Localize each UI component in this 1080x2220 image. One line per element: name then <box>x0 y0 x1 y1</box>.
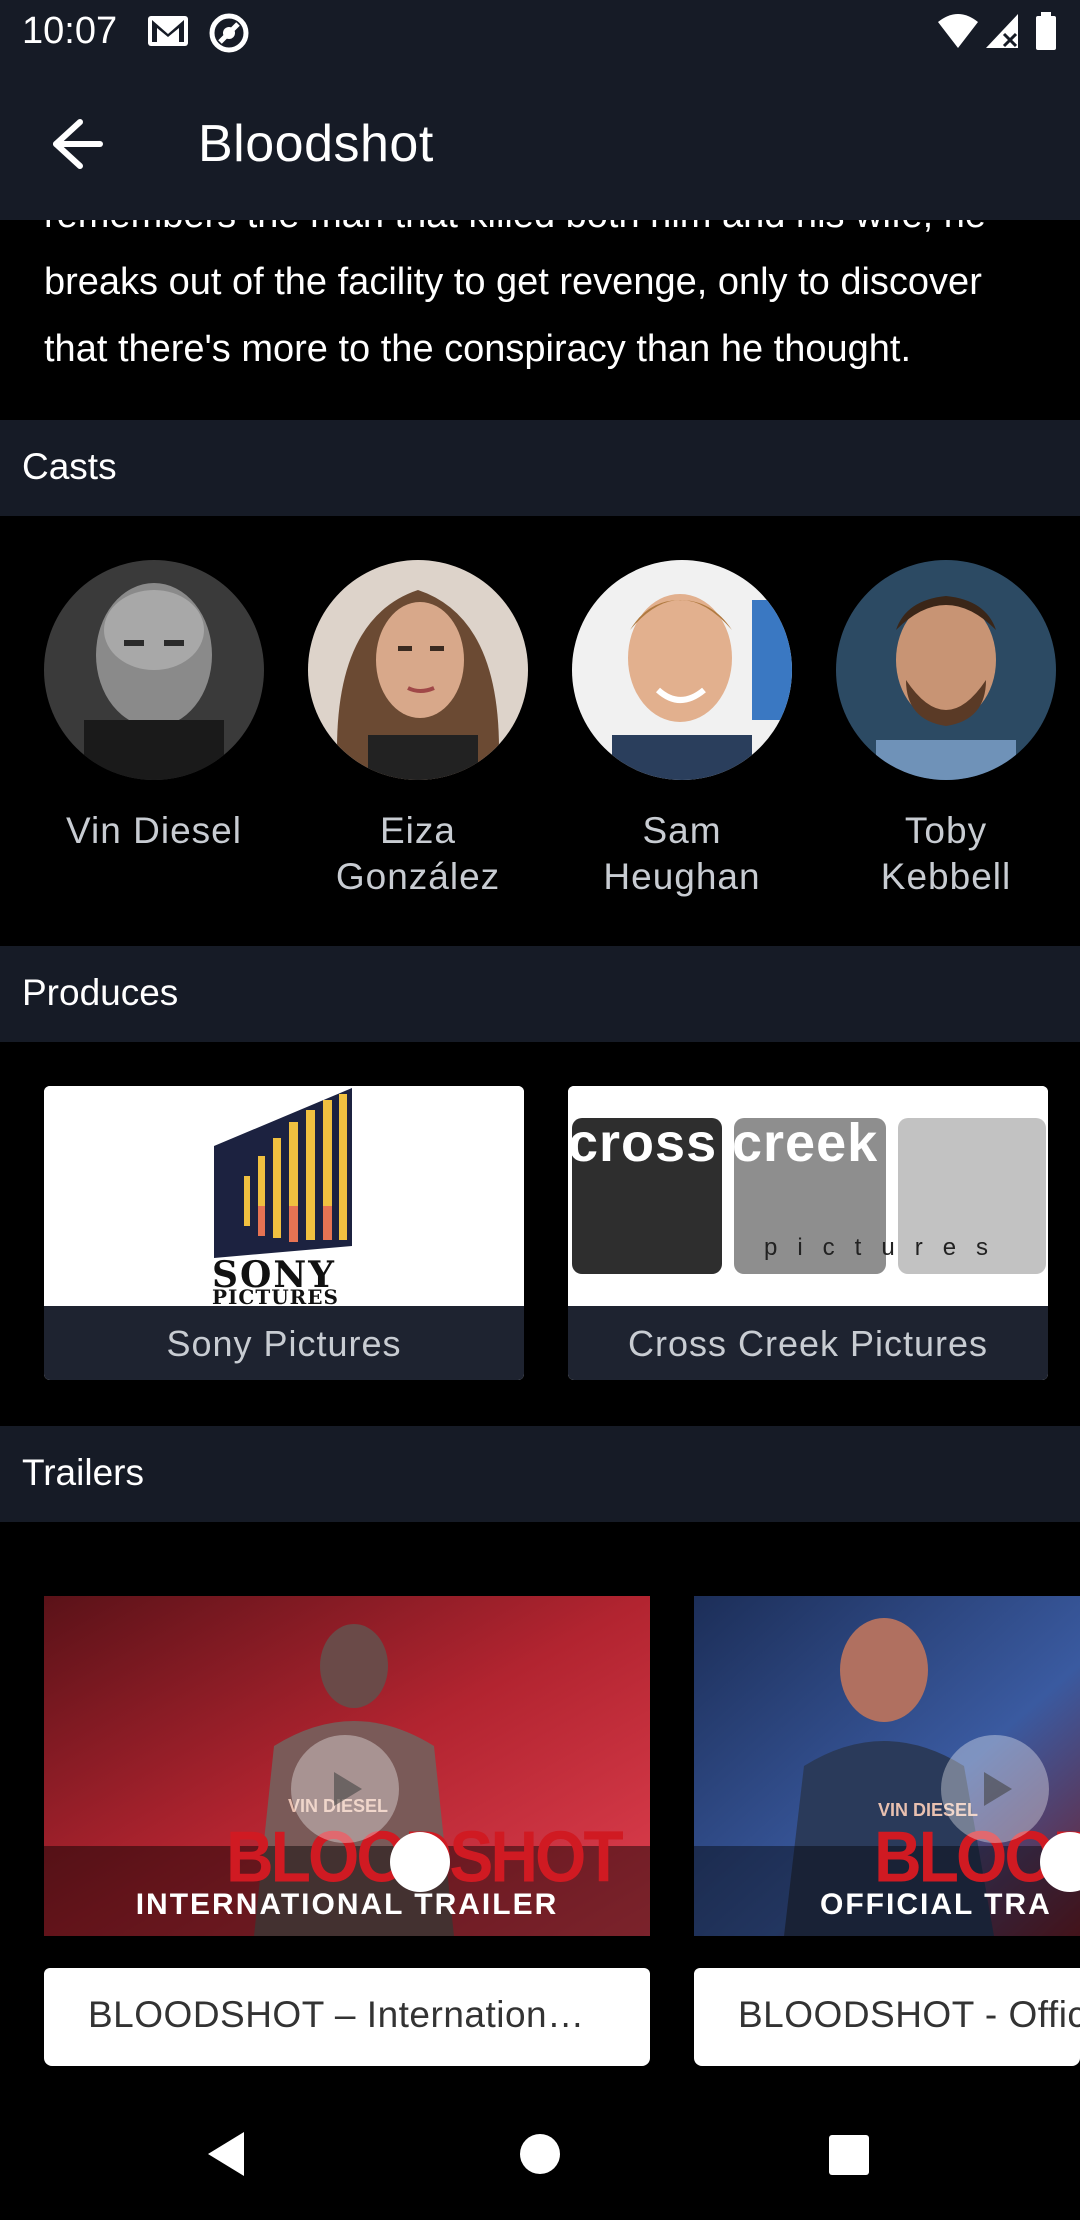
nav-recents-icon[interactable] <box>828 2134 870 2176</box>
trailer-thumbnail: VIN DIESEL BLOODSHOT INTERNATIONAL TRAIL… <box>44 1596 650 1936</box>
cast-photo <box>308 560 528 780</box>
trailers-header: Trailers <box>0 1426 1080 1522</box>
trailer-title-box: BLOODSHOT - Offic <box>694 1968 1080 2066</box>
pictures-word: pictures <box>764 1234 1009 1261</box>
wifi-icon <box>938 14 978 48</box>
produces-header: Produces <box>0 946 1080 1042</box>
produces-title: Produces <box>22 972 179 1013</box>
cross-word: cross <box>568 1113 718 1173</box>
play-icon[interactable] <box>290 1734 400 1844</box>
cast-photo <box>836 560 1056 780</box>
cast-item-toby-kebbell[interactable]: Toby Kebbell <box>836 560 1056 900</box>
play-icon[interactable] <box>940 1734 1050 1844</box>
company-name: Sony Pictures <box>44 1306 524 1380</box>
nav-home-icon[interactable] <box>518 2132 562 2176</box>
battery-icon <box>1036 12 1056 50</box>
gmail-icon <box>148 16 188 46</box>
overview-section: remembers the man that killed both him a… <box>0 220 1080 420</box>
casts-header: Casts <box>0 420 1080 516</box>
cast-name: Sam Heughan <box>603 810 761 897</box>
trailer-card-2[interactable]: VIN DIESEL BLOODSH OFFICIAL TRA BLOODSHO… <box>694 1566 1080 2066</box>
trailer-title: BLOODSHOT – Internation… <box>88 1994 585 2035</box>
company-card-sony[interactable]: SONY PICTURES Sony Pictures <box>44 1086 524 1380</box>
trailer-dot <box>390 1832 450 1892</box>
company-card-cross-creek[interactable]: cross creek pictures Cross Creek Picture… <box>568 1086 1048 1380</box>
trailer-title: BLOODSHOT - Offic <box>738 1994 1080 2035</box>
cast-item-eiza-gonzalez[interactable]: Eiza González <box>308 560 528 900</box>
company-name: Cross Creek Pictures <box>568 1306 1048 1380</box>
cast-item-vin-diesel[interactable]: Vin Diesel <box>44 560 264 854</box>
navigation-bar <box>0 2088 1080 2220</box>
nav-back-icon[interactable] <box>204 2130 248 2178</box>
cast-name: Eiza González <box>335 810 501 897</box>
trailer-thumbnail: VIN DIESEL BLOODSH OFFICIAL TRA <box>694 1596 1080 1936</box>
sync-icon <box>209 13 249 53</box>
creek-word: creek <box>732 1113 879 1173</box>
cast-item-sam-heughan[interactable]: Sam Heughan <box>572 560 792 900</box>
page-title: Bloodshot <box>198 115 434 173</box>
app-bar: Bloodshot <box>0 64 1080 220</box>
sony-pictures-logo: SONY PICTURES <box>44 1086 524 1309</box>
trailers-title: Trailers <box>22 1452 144 1493</box>
cast-photo <box>572 560 792 780</box>
back-arrow-icon[interactable] <box>40 114 116 174</box>
overview-text: remembers the man that killed both him a… <box>44 220 986 370</box>
cast-name: Toby Kebbell <box>880 810 1012 897</box>
trailer-banner-text: INTERNATIONAL TRAILER <box>135 1888 559 1921</box>
trailer-card-1[interactable]: VIN DIESEL BLOODSHOT INTERNATIONAL TRAIL… <box>44 1566 650 2066</box>
status-time: 10:07 <box>22 10 118 52</box>
trailer-banner-text: OFFICIAL TRA <box>820 1888 1052 1921</box>
trailer-title-box: BLOODSHOT – Internation… <box>44 1968 650 2066</box>
cast-name: Vin Diesel <box>66 810 242 851</box>
signal-icon <box>986 14 1018 48</box>
sony-logo-subtext: PICTURES <box>212 1285 339 1309</box>
status-bar: 10:07 <box>0 0 1080 64</box>
cast-list: Vin Diesel Eiza González Sam Heughan Tob… <box>0 560 1080 940</box>
cast-photo <box>44 560 264 780</box>
casts-title: Casts <box>22 446 117 487</box>
cross-creek-logo: cross creek pictures <box>568 1086 1048 1306</box>
